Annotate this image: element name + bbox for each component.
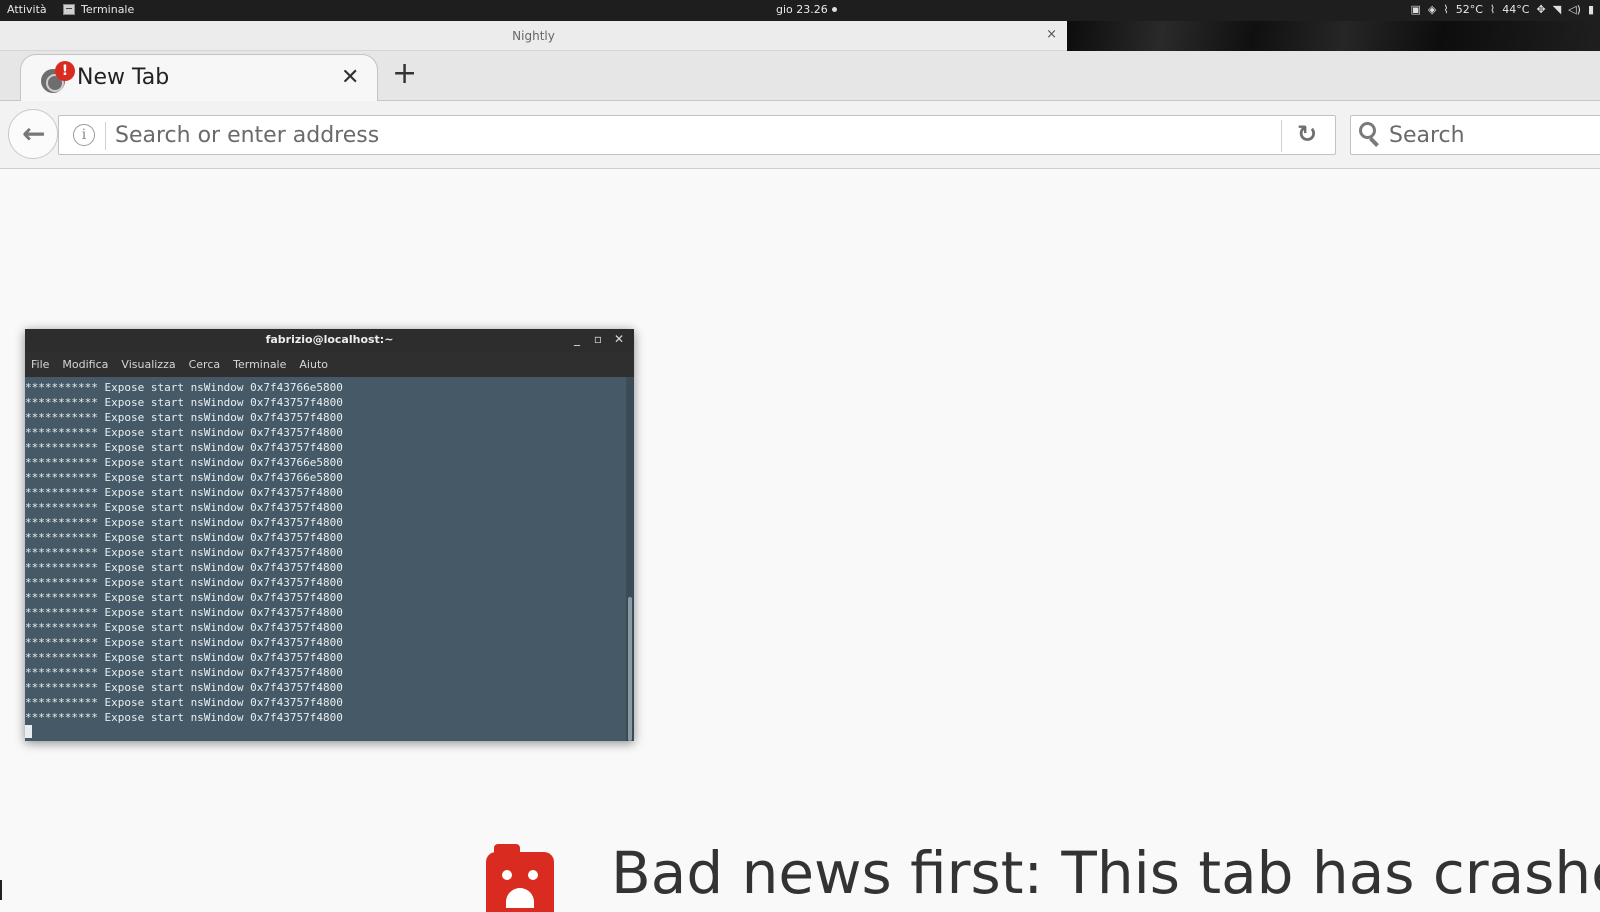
search-bar[interactable] [1350,115,1600,155]
terminal-menu-bar: File Modifica Visualizza Cerca Terminale… [25,352,634,377]
terminal-line: *********** Expose start nsWindow 0x7f43… [25,381,343,394]
scrollbar-thumb[interactable] [628,597,632,741]
gpu-temp: 44°C [1502,3,1530,16]
back-arrow-icon: ← [22,117,46,150]
terminal-line: *********** Expose start nsWindow 0x7f43… [25,486,343,499]
tab-new-tab[interactable]: ! New Tab ✕ [20,54,378,102]
terminal-line: *********** Expose start nsWindow 0x7f43… [25,651,343,664]
terminal-line: *********** Expose start nsWindow 0x7f43… [25,561,343,574]
address-input[interactable] [115,120,1235,150]
new-tab-button[interactable]: + [392,59,417,89]
terminal-line: *********** Expose start nsWindow 0x7f43… [25,591,343,604]
terminal-output[interactable]: *********** Expose start nsWindow 0x7f43… [25,377,626,741]
minimize-button[interactable]: _ [574,329,580,350]
menu-cerca[interactable]: Cerca [189,358,221,371]
search-icon [1359,122,1379,148]
activities-button[interactable]: Attività [7,3,47,16]
terminal-line: *********** Expose start nsWindow 0x7f43… [25,666,343,679]
window-edge [0,880,2,900]
terminal-line: *********** Expose start nsWindow 0x7f43… [25,426,343,439]
system-tray[interactable]: ▣ ◈ ⌇ 52°C ⌇ 44°C ✥ ◥ ◁) ▮ [1410,3,1594,16]
tab-strip: ! New Tab ✕ + [0,51,1600,102]
gnome-top-bar: Attività Terminale gio 23.26 ▣ ◈ ⌇ 52°C … [0,0,1600,21]
volume-icon[interactable]: ◁) [1568,3,1581,16]
cpu-temp: 52°C [1455,3,1483,16]
notification-dot [831,7,837,12]
terminal-scrollbar[interactable] [626,377,634,741]
terminal-line: *********** Expose start nsWindow 0x7f43… [25,396,343,409]
reload-icon[interactable]: ↻ [1297,120,1317,148]
text-cursor [25,725,32,738]
window-title-bar: Nightly × [0,21,1067,51]
wifi-icon[interactable]: ◥ [1553,3,1561,16]
info-icon[interactable]: i [73,124,95,146]
tab-label: New Tab [77,65,170,90]
menu-visualizza[interactable]: Visualizza [121,358,175,371]
terminal-line: *********** Expose start nsWindow 0x7f43… [25,681,343,694]
terminal-prompt[interactable] [25,725,626,740]
crash-heading: Bad news first: This tab has crashed [611,839,1600,907]
terminal-line: *********** Expose start nsWindow 0x7f43… [25,711,343,724]
terminal-line: *********** Expose start nsWindow 0x7f43… [25,636,343,649]
terminal-line: *********** Expose start nsWindow 0x7f43… [25,696,343,709]
app-menu[interactable]: Terminale [63,3,134,16]
thermometer-icon: ⌇ [1443,3,1449,16]
thermometer-icon: ⌇ [1489,3,1496,16]
terminal-title-bar[interactable]: fabrizio@localhost:~ _ ▫ ✕ [25,329,634,352]
terminal-icon [63,4,75,15]
tab-close-button[interactable]: ✕ [341,65,359,90]
terminal-line: *********** Expose start nsWindow 0x7f43… [25,531,343,544]
clock-label: gio 23.26 [776,3,828,16]
terminal-line: *********** Expose start nsWindow 0x7f43… [25,516,343,529]
window-close-button[interactable]: × [1046,27,1057,42]
crash-alert-icon: ! [55,61,75,81]
screen-icon[interactable]: ▣ [1410,3,1420,16]
maximize-button[interactable]: ▫ [594,329,602,350]
terminal-line: *********** Expose start nsWindow 0x7f43… [25,441,343,454]
search-input[interactable] [1389,120,1599,150]
terminal-title: fabrizio@localhost:~ [265,333,394,346]
divider [105,122,106,150]
desktop-background [1067,21,1600,51]
app-menu-label: Terminale [81,3,135,16]
menu-aiuto[interactable]: Aiuto [299,358,328,371]
terminal-line: *********** Expose start nsWindow 0x7f43… [25,411,343,424]
menu-file[interactable]: File [31,358,49,371]
window-title: Nightly [512,29,555,43]
menu-modifica[interactable]: Modifica [62,358,108,371]
terminal-line: *********** Expose start nsWindow 0x7f43… [25,471,343,484]
navigation-toolbar: ← i ↻ [0,101,1600,169]
clock[interactable]: gio 23.26 [776,3,837,16]
menu-terminale[interactable]: Terminale [233,358,286,371]
terminal-line: *********** Expose start nsWindow 0x7f43… [25,546,343,559]
terminal-line: *********** Expose start nsWindow 0x7f43… [25,501,343,514]
terminal-window[interactable]: fabrizio@localhost:~ _ ▫ ✕ File Modifica… [25,329,634,741]
sad-tab-icon [486,844,554,912]
back-button[interactable]: ← [8,109,58,159]
terminal-line: *********** Expose start nsWindow 0x7f43… [25,606,343,619]
terminal-line: *********** Expose start nsWindow 0x7f43… [25,456,343,469]
terminal-line: *********** Expose start nsWindow 0x7f43… [25,621,343,634]
network-icon[interactable]: ✥ [1536,3,1545,16]
divider [1281,120,1282,152]
url-bar[interactable]: i ↻ [58,115,1336,155]
battery-icon[interactable]: ▮ [1588,3,1594,16]
terminal-line: *********** Expose start nsWindow 0x7f43… [25,576,343,589]
terminal-close-button[interactable]: ✕ [614,329,624,350]
dropbox-icon[interactable]: ◈ [1428,3,1436,16]
